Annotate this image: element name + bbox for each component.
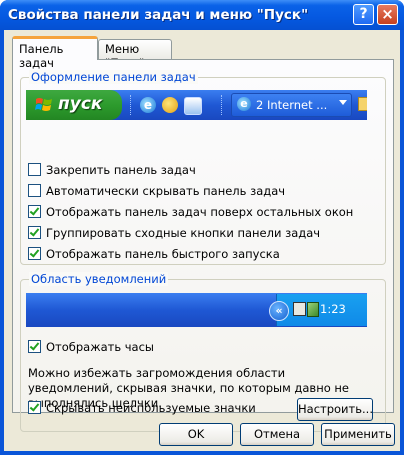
checkbox-label: Группировать сходные кнопки панели задач: [46, 226, 321, 240]
tray-area-preview: « 1:23: [269, 294, 367, 326]
checkbox-box[interactable]: [28, 247, 41, 260]
checkbox-box[interactable]: [28, 401, 41, 414]
customize-button[interactable]: Настроить...: [297, 398, 373, 421]
desktop-icon: [184, 97, 202, 115]
checkbox-box[interactable]: [28, 184, 41, 197]
ie-icon: e: [140, 97, 156, 113]
help-button[interactable]: ?: [353, 4, 374, 25]
dialog-client: Меню "Пуск" Панель задач Оформление пане…: [4, 30, 400, 451]
window-title: Свойства панели задач и меню "Пуск": [8, 7, 309, 23]
dialog-window: Свойства панели задач и меню "Пуск" ? × …: [0, 0, 404, 455]
close-button[interactable]: ×: [377, 4, 398, 25]
folder-task-icon: [358, 97, 367, 111]
checkbox-box[interactable]: [28, 205, 41, 218]
group-label: Оформление панели задач: [29, 70, 198, 84]
start-label: пуск: [58, 94, 103, 114]
group-label: Область уведомлений: [29, 272, 169, 286]
hide-inactive-icons-checkbox[interactable]: Скрывать неиспользуемые значки: [28, 401, 256, 415]
checkbox-label: Отображать панель задач поверх остальных…: [46, 205, 354, 219]
ie-taskbar-button-preview: e 2 Internet ...: [231, 93, 352, 117]
checkbox-label: Отображать панель быстрого запуска: [46, 247, 280, 261]
title-bar[interactable]: Свойства панели задач и меню "Пуск" ? ×: [0, 0, 404, 30]
volume-icon: [307, 302, 319, 317]
quick-launch-checkbox[interactable]: Отображать панель быстрого запуска: [28, 247, 280, 261]
ie-task-icon: e: [237, 97, 251, 111]
taskbar-preview: пуск e e 2 Internet ...: [26, 90, 367, 120]
cancel-button[interactable]: Отмена: [240, 423, 314, 446]
ie-task-label: 2 Internet ...: [256, 98, 328, 112]
chevron-left-icon: «: [269, 301, 289, 321]
network-icon: [293, 302, 306, 316]
tab-panel: Оформление панели задач пуск e e 2 Inter…: [12, 59, 394, 432]
taskbar-on-top-checkbox[interactable]: Отображать панель задач поверх остальных…: [28, 205, 353, 219]
autohide-taskbar-checkbox[interactable]: Автоматически скрывать панель задач: [28, 184, 285, 198]
group-buttons-checkbox[interactable]: Группировать сходные кнопки панели задач: [28, 226, 320, 240]
checkbox-box[interactable]: [28, 340, 41, 353]
taskbar-separator: [221, 95, 224, 115]
ok-button[interactable]: OK: [159, 423, 233, 446]
checkbox-box[interactable]: [28, 163, 41, 176]
clock-preview: 1:23: [320, 302, 346, 316]
apply-button[interactable]: Применить: [321, 423, 395, 446]
tab-start-menu[interactable]: Меню "Пуск": [98, 39, 172, 70]
media-player-icon: [162, 97, 178, 113]
checkbox-box[interactable]: [28, 226, 41, 239]
lock-taskbar-checkbox[interactable]: Закрепить панель задач: [28, 163, 196, 177]
windows-logo-icon: [35, 98, 52, 111]
quicklaunch-separator: [130, 95, 133, 115]
tray-preview: « 1:23: [26, 293, 367, 327]
checkbox-label: Отображать часы: [46, 340, 155, 354]
tab-taskbar[interactable]: Панель задач: [12, 36, 98, 70]
show-clock-checkbox[interactable]: Отображать часы: [28, 340, 154, 354]
checkbox-label: Скрывать неиспользуемые значки: [46, 401, 256, 415]
start-button-preview: пуск: [26, 90, 122, 120]
dropdown-arrow-icon: [339, 100, 347, 105]
checkbox-label: Автоматически скрывать панель задач: [46, 184, 286, 198]
checkbox-label: Закрепить панель задач: [46, 163, 196, 177]
